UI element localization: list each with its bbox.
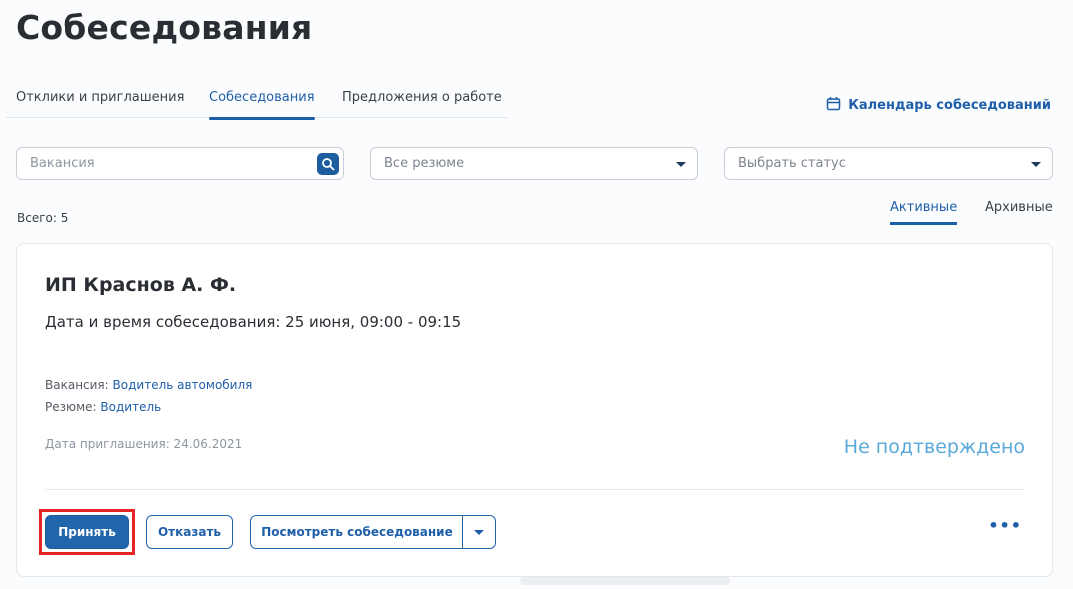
resume-label: Резюме:: [45, 400, 97, 414]
chevron-down-icon: [1031, 162, 1041, 167]
view-options-dropdown[interactable]: [463, 516, 495, 548]
calendar-link[interactable]: Календарь собеседований: [826, 96, 1051, 115]
accept-button[interactable]: Принять: [45, 515, 129, 549]
scroll-shadow: [520, 577, 730, 585]
total-value: 5: [60, 211, 69, 225]
subtab-archive[interactable]: Архивные: [985, 200, 1053, 215]
chevron-down-icon: [676, 162, 686, 167]
vacancy-label: Вакансия:: [45, 378, 109, 392]
vacancy-search: [16, 147, 344, 180]
tab-responses-invitations[interactable]: Отклики и приглашения: [16, 90, 184, 105]
status-select-value: Выбрать статус: [738, 156, 846, 171]
tabs-bar: Отклики и приглашения Собеседования Пред…: [6, 76, 508, 120]
divider: [45, 489, 1024, 490]
tab-interviews[interactable]: Собеседования: [209, 90, 315, 120]
subtab-active[interactable]: Активные: [890, 200, 958, 225]
calendar-link-label: Календарь собеседований: [848, 98, 1051, 113]
calendar-icon: [826, 96, 841, 115]
page-title: Собеседования: [16, 8, 313, 47]
search-icon: [322, 158, 335, 171]
interview-datetime: Дата и время собеседования: 25 июня, 09:…: [45, 313, 462, 331]
view-interview-split-button: Посмотреть собеседование: [250, 515, 496, 549]
total-count: Всего: 5: [17, 211, 68, 225]
decline-button[interactable]: Отказать: [146, 515, 233, 549]
vacancy-link[interactable]: Водитель автомобиля: [113, 378, 253, 392]
vacancy-search-input[interactable]: [30, 156, 280, 171]
status-badge: Не подтверждено: [843, 436, 1025, 458]
vacancy-row: Вакансия: Водитель автомобиля: [45, 378, 252, 392]
view-interview-button[interactable]: Посмотреть собеседование: [251, 516, 463, 548]
resume-link[interactable]: Водитель: [100, 400, 161, 414]
resume-select[interactable]: Все резюме: [370, 147, 698, 180]
chevron-down-icon: [474, 530, 484, 535]
status-select[interactable]: Выбрать статус: [724, 147, 1053, 180]
invite-date: Дата приглашения: 24.06.2021: [45, 437, 243, 451]
resume-select-value: Все резюме: [384, 156, 465, 171]
search-button[interactable]: [317, 153, 339, 175]
more-options-icon[interactable]: •••: [988, 516, 1022, 535]
resume-row: Резюме: Водитель: [45, 400, 161, 414]
interview-card: ИП Краснов А. Ф. Дата и время собеседова…: [16, 243, 1053, 577]
total-label: Всего:: [17, 211, 57, 225]
company-name: ИП Краснов А. Ф.: [45, 274, 237, 296]
tab-job-offers[interactable]: Предложения о работе: [342, 90, 502, 105]
